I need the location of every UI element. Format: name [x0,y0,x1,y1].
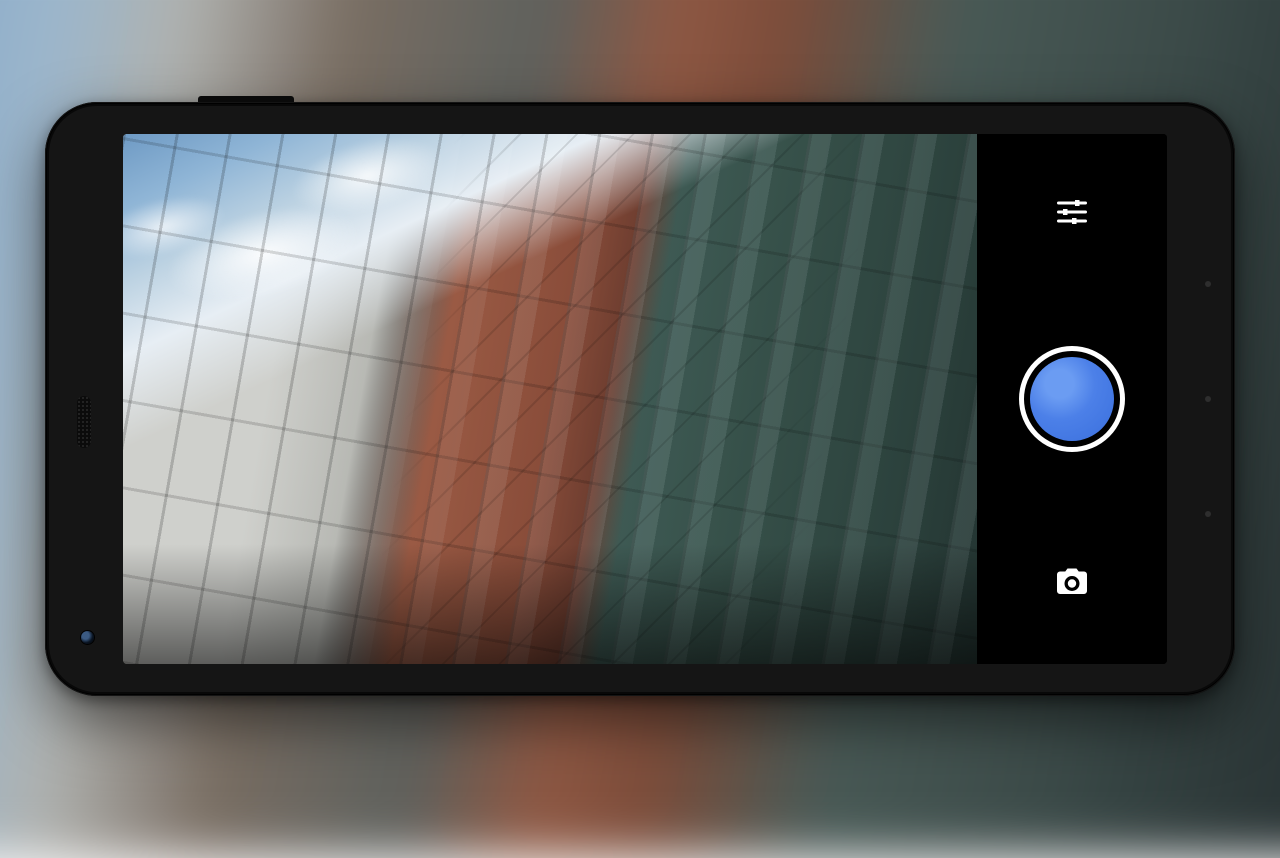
earpiece-speaker [77,396,91,448]
power-button-ridge [198,96,294,102]
shutter-button[interactable] [1019,346,1125,452]
nav-bar-hint-dots [1205,102,1211,696]
viewfinder-ground-shadow [123,544,977,664]
camera-viewfinder[interactable] [123,134,977,664]
front-camera-lens [81,631,94,644]
device-screen [123,134,1167,664]
nav-dot-home [1205,396,1211,402]
phone-frame [45,102,1235,696]
camera-control-bar [977,134,1167,664]
sliders-icon [1054,194,1090,235]
camera-icon [1054,564,1090,605]
nav-dot-recents [1205,511,1211,517]
nav-dot-back [1205,281,1211,287]
settings-button[interactable] [1046,188,1098,240]
shutter-inner-circle [1030,357,1114,441]
mode-switch-button[interactable] [1046,558,1098,610]
camera-app [123,134,1167,664]
